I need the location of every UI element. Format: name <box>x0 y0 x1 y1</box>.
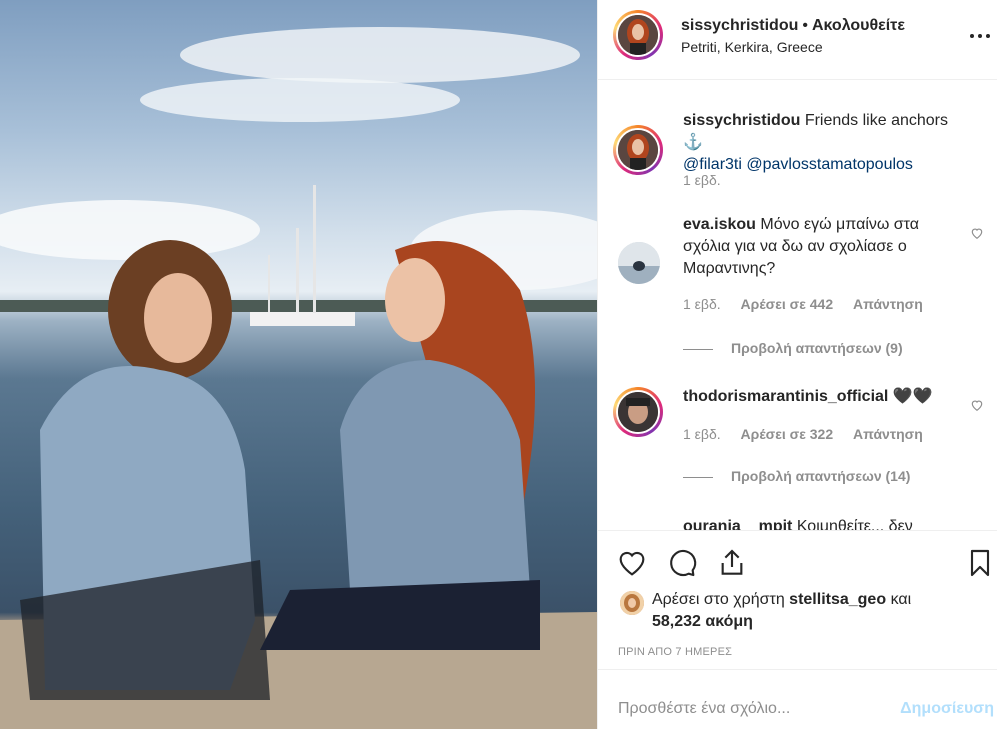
liker-avatar[interactable] <box>620 591 644 615</box>
share-icon[interactable] <box>716 547 748 579</box>
comment-time[interactable]: 1 εβδ. <box>683 296 721 312</box>
post-photo[interactable] <box>0 0 597 729</box>
view-replies-label: Προβολή απαντήσεων (14) <box>731 468 911 484</box>
comment-avatar[interactable] <box>618 242 660 284</box>
caption-time[interactable]: 1 εβδ. <box>683 172 721 188</box>
likes-count[interactable]: 58,232 ακόμη <box>652 613 753 630</box>
comment-text: 🖤🖤 <box>892 388 933 405</box>
comment-2: thodorismarantinis_official 🖤🖤 <box>683 386 963 408</box>
comment-2-meta: 1 εβδ. Αρέσει σε 322 Απάντηση <box>683 426 939 442</box>
comment-3: ourania__mpit Κοιμηθείτε... δεν <box>683 516 963 530</box>
replies-divider <box>683 476 713 478</box>
like-comment-heart-icon[interactable] <box>970 226 984 240</box>
post-location[interactable]: Petriti, Kerkira, Greece <box>681 39 823 55</box>
comment-likes[interactable]: Αρέσει σε 322 <box>741 426 834 442</box>
comment-input[interactable]: Προσθέστε ένα σχόλιο... <box>618 700 790 718</box>
more-dots-icon[interactable] <box>968 26 992 46</box>
post-comment-button[interactable]: Δημοσίευση <box>900 700 994 718</box>
reply-button[interactable]: Απάντηση <box>853 296 923 312</box>
comment-username[interactable]: eva.iskou <box>683 216 756 233</box>
liker-username[interactable]: stellitsa_geo <box>789 591 886 608</box>
header-title: sissychristidou • Ακολουθείτε <box>681 17 905 35</box>
mention-filar3ti[interactable]: @filar3ti <box>683 156 742 173</box>
view-replies-button[interactable]: Προβολή απαντήσεων (9) <box>683 340 903 356</box>
like-heart-icon[interactable] <box>616 547 648 579</box>
caption-username[interactable]: sissychristidou <box>683 112 800 129</box>
reply-button[interactable]: Απάντηση <box>853 426 923 442</box>
author-username[interactable]: sissychristidou <box>681 17 798 34</box>
mention-pavlosstamatopoulos[interactable]: @pavlosstamatopoulos <box>746 156 913 173</box>
add-comment-bar: Προσθέστε ένα σχόλιο... Δημοσίευση <box>598 669 997 730</box>
view-replies-label: Προβολή απαντήσεων (9) <box>731 340 903 356</box>
likes-connector: και <box>890 591 912 608</box>
likes-summary: Αρέσει στο χρήστη stellitsa_geo και 58,2… <box>652 589 972 633</box>
photo-scene <box>0 27 597 729</box>
comment-time[interactable]: 1 εβδ. <box>683 426 721 442</box>
comment-text: Κοιμηθείτε... δεν <box>796 518 913 530</box>
comment-username[interactable]: thodorismarantinis_official <box>683 388 888 405</box>
comment-likes[interactable]: Αρέσει σε 442 <box>741 296 834 312</box>
view-replies-button[interactable]: Προβολή απαντήσεων (14) <box>683 468 910 484</box>
caption-author-avatar[interactable] <box>613 125 663 175</box>
comments-list[interactable]: sissychristidou Friends like anchors ⚓ @… <box>598 80 997 530</box>
post-side-panel: sissychristidou • Ακολουθείτε Petriti, Ker… <box>597 0 997 729</box>
likes-prefix: Αρέσει στο χρήστη <box>652 591 785 608</box>
replies-divider <box>683 348 713 350</box>
author-avatar[interactable] <box>613 10 663 60</box>
instagram-post: sissychristidou • Ακολουθείτε Petriti, Ker… <box>0 0 997 729</box>
header-separator: • <box>802 17 808 34</box>
comment-username[interactable]: ourania__mpit <box>683 518 792 530</box>
post-header: sissychristidou • Ακολουθείτε Petriti, Ker… <box>598 0 997 80</box>
comment-1-meta: 1 εβδ. Αρέσει σε 442 Απάντηση <box>683 296 939 312</box>
following-button[interactable]: Ακολουθείτε <box>812 17 905 34</box>
post-caption: sissychristidou Friends like anchors ⚓ @… <box>683 110 963 176</box>
like-comment-heart-icon[interactable] <box>970 398 984 412</box>
caption-meta: 1 εβδ. <box>683 172 737 188</box>
comment-bubble-icon[interactable] <box>666 547 698 579</box>
comment-avatar[interactable] <box>613 387 663 437</box>
bookmark-icon[interactable] <box>964 547 996 579</box>
post-timestamp[interactable]: ΠΡΙΝ ΑΠΟ 7 ΗΜΕΡΕΣ <box>618 646 732 658</box>
comment-1: eva.iskou Μόνο εγώ μπαίνω στα σχόλια για… <box>683 214 963 280</box>
